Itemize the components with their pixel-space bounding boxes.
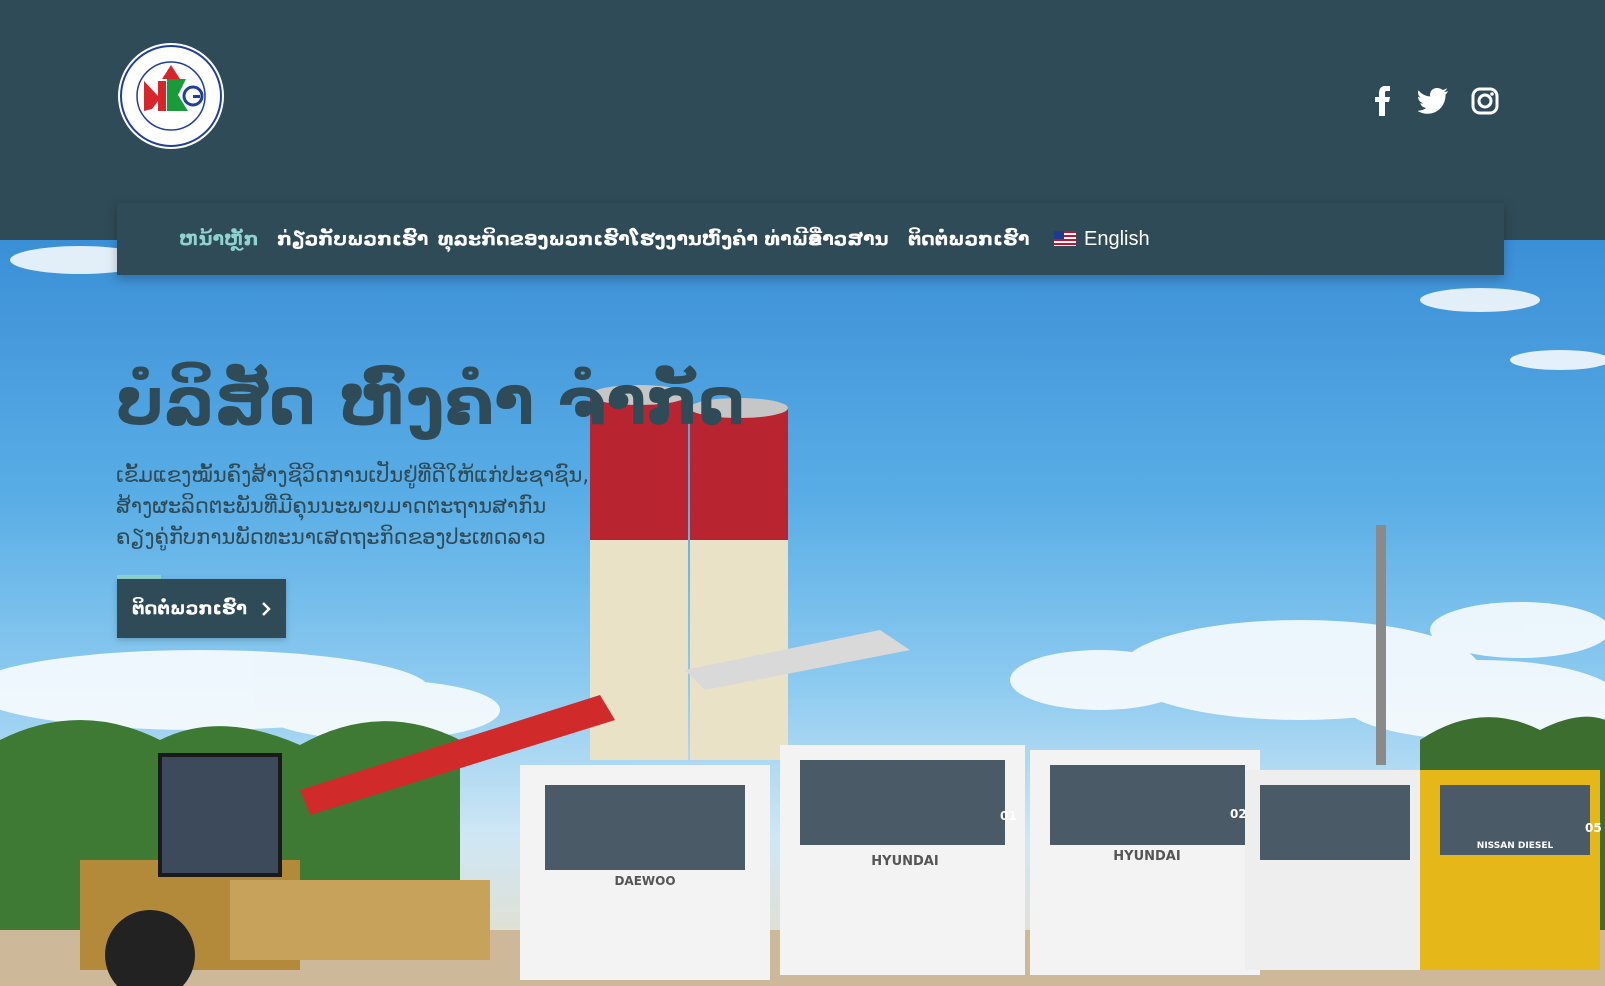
- instagram-icon[interactable]: [1470, 86, 1500, 116]
- contact-us-label: ຕິດຕໍ່ພວກເຮົາ: [131, 598, 248, 619]
- hero-description: ເຂັ້ມແຂງໝັ້ນຄົງສ້າງຊີວິດການເປັນຢູ່ທີ່ດີໃ…: [116, 460, 590, 553]
- logo-graphic: [118, 43, 224, 149]
- chevron-right-icon: [262, 601, 271, 616]
- us-flag-icon: [1054, 231, 1076, 246]
- nav-item-home[interactable]: ຫນ້າຫຼັກ: [179, 225, 259, 253]
- hero-description-line: ເຂັ້ມແຂງໝັ້ນຄົງສ້າງຊີວິດການເປັນຢູ່ທີ່ດີໃ…: [116, 463, 590, 487]
- svg-text:02: 02: [1230, 807, 1247, 821]
- hero-description-line: ສ້າງຜະລິດຕະພັນທີ່ມີຄຸນນະພາບມາດຕະຖານສາກົນ: [116, 494, 547, 518]
- contact-us-button[interactable]: ຕິດຕໍ່ພວກເຮົາ: [117, 579, 286, 638]
- facebook-icon[interactable]: [1368, 86, 1398, 116]
- nav-item-business[interactable]: ທຸລະກິດຂອງພວກເຮົາ: [438, 225, 630, 253]
- svg-text:01: 01: [1000, 809, 1017, 823]
- hero-title: ບໍລິສັດ ຫົງຄຳ ຈຳກັດ: [116, 363, 746, 440]
- language-switcher[interactable]: English: [1054, 225, 1150, 253]
- truck: DAEWOO: [520, 765, 770, 980]
- language-label: English: [1084, 228, 1150, 250]
- nav-item-news[interactable]: ຂ່າວສານ: [808, 225, 889, 253]
- svg-text:NISSAN DIESEL: NISSAN DIESEL: [1477, 841, 1554, 851]
- svg-text:05: 05: [1585, 821, 1602, 835]
- truck: NISSAN DIESEL 05: [1420, 770, 1602, 970]
- nav-item-about[interactable]: ກ່ຽວກັບພວກເຮົາ: [277, 225, 428, 253]
- truck: HYUNDAI 01: [780, 745, 1025, 975]
- main-navigation: ຫນ້າຫຼັກ ກ່ຽວກັບພວກເຮົາ ທຸລະກິດຂອງພວກເຮົ…: [117, 203, 1504, 275]
- svg-text:HYUNDAI: HYUNDAI: [871, 854, 938, 869]
- nav-item-contact[interactable]: ຕິດຕໍ່ພວກເຮົາ: [908, 225, 1029, 253]
- truck: [1245, 770, 1420, 970]
- svg-text:HYUNDAI: HYUNDAI: [1113, 849, 1180, 864]
- nav-item-factory[interactable]: ໂຮງງານຫົງຄຳ ທ່າພີອີ: [630, 225, 822, 253]
- truck: HYUNDAI 02: [1030, 750, 1260, 975]
- silo: [690, 398, 788, 760]
- twitter-icon[interactable]: [1418, 86, 1448, 116]
- svg-text:DAEWOO: DAEWOO: [614, 874, 675, 888]
- company-logo[interactable]: [116, 41, 226, 151]
- hero-description-line: ຄຽງຄູ່ກັບການພັດທະນາເສດຖະກິດຂອງປະເທດລາວ: [116, 525, 546, 549]
